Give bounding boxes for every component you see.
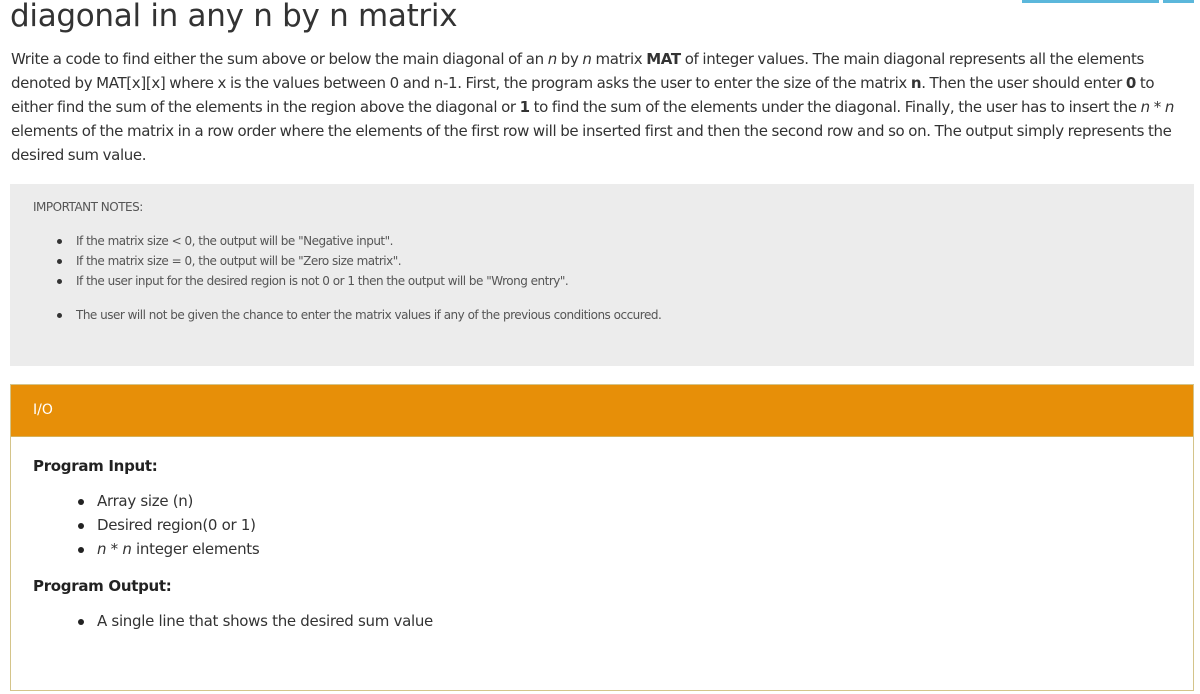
program-input-list: Array size (n) Desired region(0 or 1) n … [33, 489, 1171, 561]
input-var: n [122, 540, 132, 558]
input-item: n * n integer elements [78, 537, 1171, 561]
page-title: diagonal in any n by n matrix [10, 0, 458, 34]
output-item: A single line that shows the desired sum… [78, 609, 1171, 633]
desc-text: by [556, 50, 583, 68]
notes-heading: IMPORTANT NOTES: [33, 200, 143, 214]
desc-text: Write a code to find either the sum abov… [11, 50, 548, 68]
desc-var: n [547, 50, 558, 68]
desc-bold: n [910, 74, 922, 92]
desc-text: . Then the user should enter [921, 74, 1126, 92]
desc-bold: 0 [1125, 74, 1136, 92]
note-item: If the matrix size < 0, the output will … [57, 231, 1171, 251]
notes-list: If the matrix size < 0, the output will … [33, 231, 1171, 325]
program-input-heading: Program Input: [33, 457, 158, 475]
input-item: Array size (n) [78, 489, 1171, 513]
io-panel-body: Program Input: Array size (n) Desired re… [11, 437, 1193, 669]
program-output-list: A single line that shows the desired sum… [33, 609, 1171, 633]
note-item: If the matrix size = 0, the output will … [57, 251, 1171, 271]
desc-var: n [1164, 98, 1175, 116]
desc-text: elements of the matrix in a row order wh… [11, 122, 1172, 164]
input-var: n [97, 540, 107, 558]
desc-bold: 1 [519, 98, 530, 116]
io-panel-header: I/O [11, 385, 1193, 437]
desc-text: * [1149, 98, 1165, 116]
problem-description: Write a code to find either the sum abov… [11, 47, 1196, 167]
input-text: integer elements [131, 540, 260, 558]
note-item: The user will not be given the chance to… [57, 305, 1171, 325]
desc-var: n [582, 50, 592, 68]
note-item: If the user input for the desired region… [57, 271, 1171, 291]
input-item: Desired region(0 or 1) [78, 513, 1171, 537]
desc-text: to find the sum of the elements under th… [529, 98, 1141, 116]
important-notes-box: IMPORTANT NOTES: If the matrix size < 0,… [10, 184, 1194, 366]
program-output-heading: Program Output: [33, 577, 172, 595]
top-action-button[interactable] [1022, 0, 1159, 3]
desc-var: n [1140, 98, 1151, 116]
desc-text: matrix [591, 50, 647, 68]
top-secondary-button[interactable] [1163, 0, 1194, 3]
desc-bold: MAT [646, 50, 681, 68]
io-panel: I/O Program Input: Array size (n) Desire… [10, 384, 1194, 691]
input-text: * [106, 540, 123, 558]
